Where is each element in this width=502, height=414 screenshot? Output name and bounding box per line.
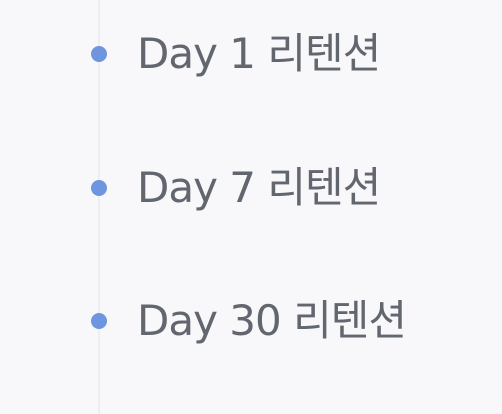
bullet-icon bbox=[91, 313, 107, 329]
metric-item-day-1-retention[interactable]: Day 1 리텐션 bbox=[0, 26, 502, 82]
bullet-icon bbox=[91, 46, 107, 62]
bullet-icon bbox=[91, 180, 107, 196]
metric-label: Day 30 리텐션 bbox=[137, 296, 407, 345]
retention-metric-list: Day 1 리텐션 Day 7 리텐션 Day 30 리텐션 bbox=[0, 0, 502, 414]
metric-item-day-30-retention[interactable]: Day 30 리텐션 bbox=[0, 293, 502, 349]
metric-label: Day 1 리텐션 bbox=[137, 29, 381, 78]
metric-item-day-7-retention[interactable]: Day 7 리텐션 bbox=[0, 160, 502, 216]
metric-label: Day 7 리텐션 bbox=[137, 163, 381, 212]
